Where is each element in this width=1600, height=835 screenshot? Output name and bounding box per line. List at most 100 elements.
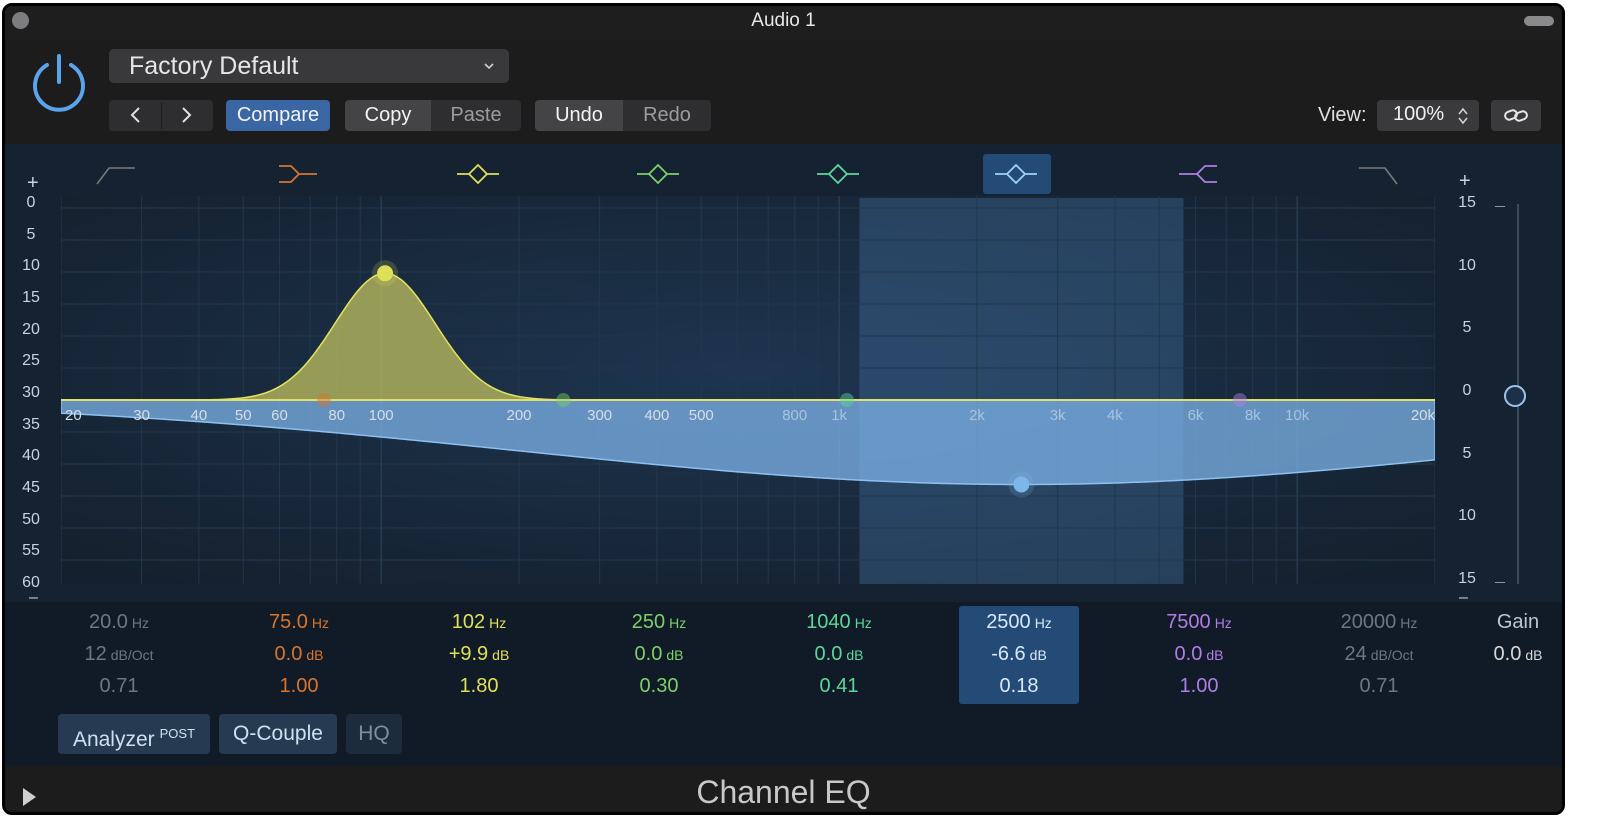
- eq-graph[interactable]: + + – – 20 30 40 50 60 80 100 200 300 400 500 800 1k…: [5, 144, 1562, 606]
- title-bar: Audio 1: [5, 6, 1562, 40]
- band-7-gain[interactable]: 0.0 dB: [1139, 638, 1259, 670]
- high-cut-icon[interactable]: [1355, 160, 1401, 188]
- band-7-freq[interactable]: 7500 Hz: [1139, 606, 1259, 638]
- analyzer-scale-label: 5: [26, 225, 36, 243]
- link-button[interactable]: [1491, 100, 1541, 131]
- plugin-footer: Channel EQ: [5, 766, 1562, 812]
- band-3-q-value: 1.80: [459, 675, 499, 697]
- band-4-readout[interactable]: 250 Hz 0.0 dB 0.30: [599, 606, 719, 702]
- bell-band-2-icon[interactable]: [455, 160, 501, 188]
- gain-unit: dB: [1525, 647, 1543, 663]
- band-7-q[interactable]: 1.00: [1139, 670, 1259, 702]
- high-shelf-icon[interactable]: [1175, 160, 1221, 188]
- analyzer-scale-label: 55: [22, 542, 40, 560]
- tick: [1495, 206, 1505, 207]
- analyzer-scale: 0 5 10 15 20 25 30 35 40 45 50 55 60: [17, 194, 57, 591]
- analyzer-scale-label: 40: [22, 447, 40, 465]
- band-3-readout[interactable]: 102 Hz +9.9 dB 1.80: [419, 606, 539, 702]
- hq-button[interactable]: HQ: [346, 714, 402, 754]
- previous-preset-icon[interactable]: [125, 104, 147, 126]
- copy-button[interactable]: Copy: [345, 100, 431, 131]
- band-3-gain-unit: dB: [492, 647, 510, 663]
- frequency-label: 800: [782, 407, 807, 424]
- zoom-in-right[interactable]: +: [1459, 170, 1471, 193]
- link-icon: [1504, 109, 1528, 122]
- band-4-freq-unit: Hz: [669, 615, 687, 631]
- band-1-gain[interactable]: 12 dB/Oct: [59, 638, 179, 670]
- band-8-freq[interactable]: 20000 Hz: [1319, 606, 1439, 638]
- low-shelf-icon[interactable]: [275, 160, 321, 188]
- stepper-arrows-icon: [1458, 107, 1468, 125]
- preset-menu[interactable]: Factory Default: [109, 49, 509, 83]
- band-1-freq-unit: Hz: [131, 615, 150, 631]
- band-4-gain[interactable]: 0.0 dB: [599, 638, 719, 670]
- analyzer-scale-label: 30: [22, 384, 40, 401]
- band-3-gain[interactable]: +9.9 dB: [419, 638, 539, 670]
- zoom-in-left[interactable]: +: [27, 172, 39, 195]
- band-3-q[interactable]: 1.80: [419, 670, 539, 702]
- band-3-gain-value: +9.9: [448, 643, 489, 665]
- power-button[interactable]: [29, 52, 89, 112]
- gain-label: Gain: [1496, 611, 1540, 633]
- band-3-freq[interactable]: 102 Hz: [419, 606, 539, 638]
- band-6-gain[interactable]: -6.6 dB: [959, 638, 1079, 670]
- band-6-freq[interactable]: 2500 Hz: [959, 606, 1079, 638]
- gain-value[interactable]: 0.0 dB: [1473, 638, 1562, 670]
- frequency-label: 300: [587, 407, 612, 424]
- analyzer-scale-label: 10: [22, 257, 40, 275]
- master-gain-readout[interactable]: Gain 0.0 dB: [1473, 606, 1562, 670]
- band-5-gain-value: 0.0: [814, 643, 843, 665]
- bell-band-3-icon[interactable]: [635, 160, 681, 188]
- band-2-handle: [316, 393, 331, 407]
- band-4-freq[interactable]: 250 Hz: [599, 606, 719, 638]
- q-couple-button[interactable]: Q-Couple: [219, 714, 337, 754]
- band-8-gain[interactable]: 24 dB/Oct: [1319, 638, 1439, 670]
- eq-plot[interactable]: 20 30 40 50 60 80 100 200 300 400 500 800 1k 2k 3k 4k 6k…: [61, 196, 1435, 584]
- band-1-q[interactable]: 0.71: [59, 670, 179, 702]
- band-5-gain[interactable]: 0.0 dB: [779, 638, 899, 670]
- redo-button[interactable]: Redo: [623, 100, 711, 131]
- band-6-q[interactable]: 0.18: [959, 670, 1079, 702]
- analyzer-button[interactable]: Analyzer POST: [58, 714, 210, 754]
- band-7-readout[interactable]: 7500 Hz 0.0 dB 1.00: [1139, 606, 1259, 702]
- compare-button[interactable]: Compare: [226, 100, 330, 131]
- band-4-gain-value: 0.0: [634, 643, 663, 665]
- band-1-q-value: 0.71: [99, 675, 139, 697]
- frequency-label: 6k: [1188, 407, 1204, 424]
- band-2-freq[interactable]: 75.0 Hz: [239, 606, 359, 638]
- frequency-label: 80: [328, 407, 345, 424]
- paste-button[interactable]: Paste: [431, 100, 521, 131]
- window-collapse-button[interactable]: [1524, 16, 1554, 26]
- gain-slider-knob[interactable]: [1504, 385, 1526, 407]
- bell-band-4-icon[interactable]: [815, 160, 861, 188]
- band-1-freq[interactable]: 20.0 Hz: [59, 606, 179, 638]
- band-1-readout[interactable]: 20.0 Hz 12 dB/Oct 0.71: [59, 606, 179, 702]
- gain-scale-label: 5: [1462, 319, 1472, 337]
- band-5-freq[interactable]: 1040 Hz: [779, 606, 899, 638]
- next-preset-icon[interactable]: [175, 104, 197, 126]
- band-4-q-value: 0.30: [639, 675, 679, 697]
- band-2-gain[interactable]: 0.0 dB: [239, 638, 359, 670]
- band-5-q[interactable]: 0.41: [779, 670, 899, 702]
- band-8-freq-unit: Hz: [1400, 615, 1418, 631]
- undo-button[interactable]: Undo: [535, 100, 623, 131]
- frequency-label: 100: [369, 407, 394, 424]
- band-5-readout[interactable]: 1040 Hz 0.0 dB 0.41: [779, 606, 899, 702]
- frequency-label: 20: [65, 407, 82, 424]
- plugin-name: Channel EQ: [696, 774, 871, 810]
- low-cut-icon[interactable]: [93, 160, 139, 188]
- band-8-q[interactable]: 0.71: [1319, 670, 1439, 702]
- band-2-q[interactable]: 1.00: [239, 670, 359, 702]
- band-3-handle: [377, 265, 394, 282]
- band-6-readout[interactable]: 2500 Hz -6.6 dB 0.18: [959, 606, 1079, 704]
- band-8-readout[interactable]: 20000 Hz 24 dB/Oct 0.71: [1319, 606, 1439, 702]
- view-zoom-select[interactable]: 100%: [1377, 100, 1479, 131]
- band-7-freq-unit: Hz: [1214, 615, 1232, 631]
- band-4-q[interactable]: 0.30: [599, 670, 719, 702]
- frequency-label: 400: [644, 407, 669, 424]
- view-zoom-value: 100%: [1393, 103, 1445, 125]
- bell-band-5-icon[interactable]: [993, 160, 1039, 188]
- band-2-readout[interactable]: 75.0 Hz 0.0 dB 1.00: [239, 606, 359, 702]
- band-5-freq-value: 1040: [806, 611, 851, 633]
- band-2-q-value: 1.00: [279, 675, 319, 697]
